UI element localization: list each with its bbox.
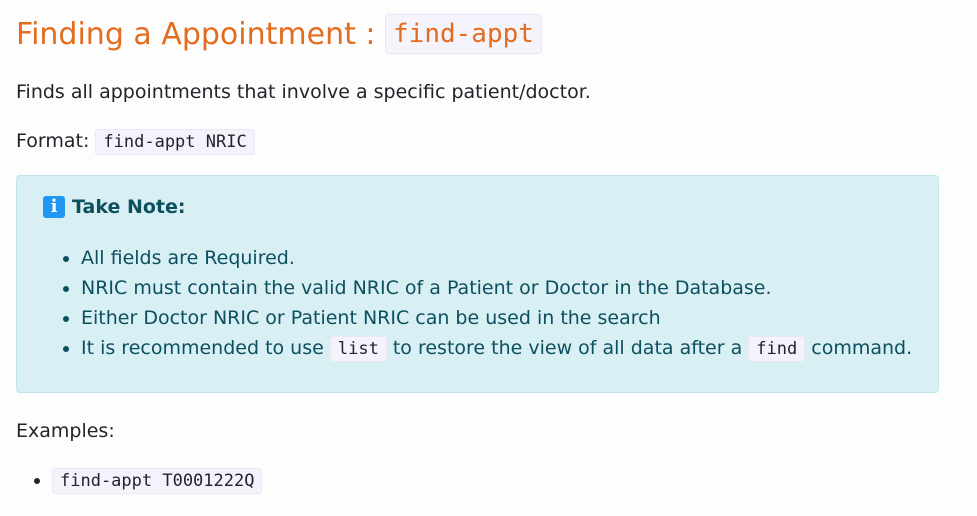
command-description: Finds all appointments that involve a sp… bbox=[16, 81, 591, 103]
examples-list: find-appt T0001222Q bbox=[28, 466, 263, 495]
note-item: It is recommended to use list to restore… bbox=[81, 333, 912, 364]
note-item-text: It is recommended to use bbox=[81, 337, 330, 359]
take-note-list: All fields are Required. NRIC must conta… bbox=[57, 243, 912, 364]
note-item-text: command. bbox=[805, 337, 913, 359]
note-item: Either Doctor NRIC or Patient NRIC can b… bbox=[81, 303, 912, 333]
note-item: All fields are Required. bbox=[81, 243, 912, 273]
list-command-code: list bbox=[329, 336, 387, 362]
take-note-title: Take Note: bbox=[72, 196, 186, 218]
page-title-text: Finding a Appointment : bbox=[16, 17, 386, 52]
page-title-command-code: find-appt bbox=[385, 14, 542, 54]
format-code: find-appt NRIC bbox=[95, 129, 255, 155]
note-item: NRIC must contain the valid NRIC of a Pa… bbox=[81, 273, 912, 303]
find-command-code: find bbox=[748, 336, 806, 362]
info-icon: i bbox=[43, 196, 65, 218]
examples-label: Examples: bbox=[16, 420, 115, 442]
example-code: find-appt T0001222Q bbox=[52, 468, 263, 494]
page-title: Finding a Appointment : find-appt bbox=[16, 14, 542, 55]
take-note-header: i Take Note: bbox=[43, 196, 185, 218]
take-note-box: i Take Note: All fields are Required. NR… bbox=[16, 175, 939, 393]
example-item: find-appt T0001222Q bbox=[52, 466, 263, 495]
format-line: Format: find-appt NRIC bbox=[16, 128, 255, 155]
note-item-text: to restore the view of all data after a bbox=[386, 337, 749, 359]
format-label: Format: bbox=[16, 130, 96, 152]
